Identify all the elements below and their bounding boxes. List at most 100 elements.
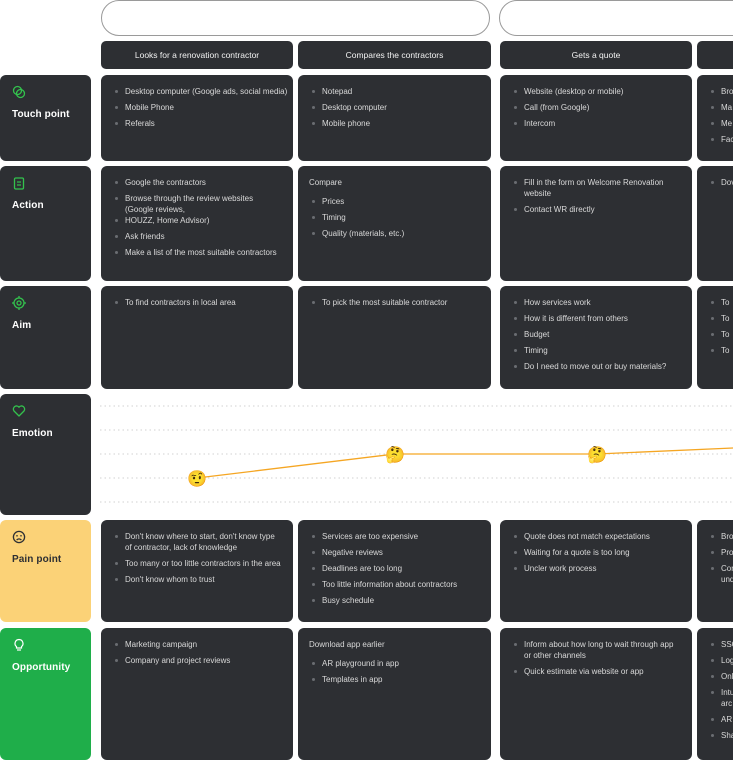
row-label: Aim bbox=[12, 320, 32, 331]
list-item: Pro bbox=[708, 547, 733, 558]
emotion-line bbox=[196, 447, 733, 479]
list-item: Mobile phone bbox=[309, 118, 480, 129]
list-item: Onl bbox=[708, 671, 733, 682]
pain-point-cell: Services are too expensive Negative revi… bbox=[298, 520, 491, 622]
list-item: Too many or too little contractors in th… bbox=[112, 558, 282, 569]
list-item: Uncler work process bbox=[511, 563, 681, 574]
list-item: Dov bbox=[708, 177, 733, 188]
cell-intro: Download app earlier bbox=[309, 640, 385, 649]
row-header-aim: Aim bbox=[0, 286, 91, 389]
list-item: Ask friends bbox=[112, 231, 282, 242]
list-item: Call (from Google) bbox=[511, 102, 681, 113]
opportunity-cell: Download app earlier AR playground in ap… bbox=[298, 628, 491, 760]
cell-intro: Compare bbox=[309, 178, 342, 187]
touch-point-cell: Desktop computer (Google ads, social med… bbox=[101, 75, 293, 161]
list-item: Make a list of the most suitable contrac… bbox=[112, 247, 282, 258]
list-item: How it is different from others bbox=[511, 313, 681, 324]
touch-point-cell: Website (desktop or mobile) Call (from G… bbox=[500, 75, 692, 161]
list-item: AR playground in app bbox=[309, 658, 480, 669]
list-item: Budget bbox=[511, 329, 681, 340]
list-item: Sha bbox=[708, 730, 733, 741]
row-header-opportunity: Opportunity bbox=[0, 628, 91, 760]
touch-point-cell: Bro Ma Me Fac bbox=[697, 75, 733, 161]
list-item: Con und bbox=[708, 563, 733, 585]
list-item: Fill in the form on Welcome Renovation w… bbox=[511, 177, 681, 199]
heart-icon bbox=[12, 405, 26, 417]
list-item: Timing bbox=[309, 212, 480, 223]
opportunity-cell: Inform about how long to wait through ap… bbox=[500, 628, 692, 760]
aim-cell: How services work How it is different fr… bbox=[500, 286, 692, 389]
list-item: To find contractors in local area bbox=[112, 297, 282, 308]
touch-point-cell: Notepad Desktop computer Mobile phone bbox=[298, 75, 491, 161]
stage-header-4 bbox=[697, 41, 733, 69]
list-item: Services are too expensive bbox=[309, 531, 480, 542]
stage-header-2: Compares the contractors bbox=[298, 41, 491, 69]
row-header-emotion: Emotion bbox=[0, 394, 91, 515]
action-cell: Dov bbox=[697, 166, 733, 281]
list-item: Intercom bbox=[511, 118, 681, 129]
list-item: Negative reviews bbox=[309, 547, 480, 558]
list-item: To bbox=[708, 329, 733, 340]
list-item: Timing bbox=[511, 345, 681, 356]
aim-cell: To To To To bbox=[697, 286, 733, 389]
action-cell: Fill in the form on Welcome Renovation w… bbox=[500, 166, 692, 281]
action-cell: Compare Prices Timing Quality (materials… bbox=[298, 166, 491, 281]
emotion-face: 🤔 bbox=[385, 446, 405, 464]
list-item: Desktop computer bbox=[309, 102, 480, 113]
list-item: Notepad bbox=[309, 86, 480, 97]
list-item: Prices bbox=[309, 196, 480, 207]
opportunity-cell: SSO Log Onl Intu arc AR Sha bbox=[697, 628, 733, 760]
aim-cell: To find contractors in local area bbox=[101, 286, 293, 389]
row-label: Pain point bbox=[12, 554, 62, 565]
pain-point-cell: Bro Pro Con und bbox=[697, 520, 733, 622]
list-item: Templates in app bbox=[309, 674, 480, 685]
list-item: Deadlines are too long bbox=[309, 563, 480, 574]
list-item: Company and project reviews bbox=[112, 655, 282, 666]
list-item: Intu arc bbox=[708, 687, 733, 709]
rings-icon bbox=[12, 85, 26, 99]
emotion-face: 🤔 bbox=[587, 446, 607, 464]
list-item: Fac bbox=[708, 134, 733, 145]
stage-header-3: Gets a quote bbox=[500, 41, 692, 69]
list-item: Browse through the review websites (Goog… bbox=[112, 193, 282, 215]
list-item: Website (desktop or mobile) bbox=[511, 86, 681, 97]
list-item: Ma bbox=[708, 102, 733, 113]
phase-pill-1 bbox=[101, 0, 490, 36]
stage-header-1: Looks for a renovation contractor bbox=[101, 41, 293, 69]
list-item: To pick the most suitable contractor bbox=[309, 297, 480, 308]
list-item: To bbox=[708, 297, 733, 308]
row-header-action: Action bbox=[0, 166, 91, 281]
list-item: Quality (materials, etc.) bbox=[309, 228, 480, 239]
aim-cell: To pick the most suitable contractor bbox=[298, 286, 491, 389]
clipboard-icon bbox=[13, 177, 25, 190]
list-item: How services work bbox=[511, 297, 681, 308]
list-item: Desktop computer (Google ads, social med… bbox=[112, 86, 287, 97]
row-label: Opportunity bbox=[12, 662, 71, 673]
list-item: Waiting for a quote is too long bbox=[511, 547, 681, 558]
phase-pill-2 bbox=[499, 0, 733, 36]
row-label: Emotion bbox=[12, 428, 53, 439]
sad-face-icon bbox=[12, 530, 26, 544]
list-item: Marketing campaign bbox=[112, 639, 282, 650]
row-header-pain-point: Pain point bbox=[0, 520, 91, 622]
list-item: Quick estimate via website or app bbox=[511, 666, 681, 677]
target-icon bbox=[12, 296, 26, 310]
row-header-touch-point: Touch point bbox=[0, 75, 91, 161]
list-item: Quote does not match expectations bbox=[511, 531, 681, 542]
list-item: Mobile Phone bbox=[112, 102, 282, 113]
list-item: Inform about how long to wait through ap… bbox=[511, 639, 681, 661]
opportunity-cell: Marketing campaign Company and project r… bbox=[101, 628, 293, 760]
list-item: Too little information about contractors bbox=[309, 579, 480, 590]
list-item: Busy schedule bbox=[309, 595, 480, 606]
list-item: SSO bbox=[708, 639, 733, 650]
list-item: Contact WR directly bbox=[511, 204, 681, 215]
list-item: Me bbox=[708, 118, 733, 129]
row-label: Action bbox=[12, 200, 44, 211]
action-cell: Google the contractors Browse through th… bbox=[101, 166, 293, 281]
list-item: Bro bbox=[708, 86, 733, 97]
list-item: To bbox=[708, 345, 733, 356]
emotion-chart: 🤨 🤔 🤔 bbox=[100, 405, 733, 503]
emotion-face: 🤨 bbox=[187, 470, 207, 488]
list-item: Referals bbox=[112, 118, 282, 129]
list-item: AR bbox=[708, 714, 733, 725]
